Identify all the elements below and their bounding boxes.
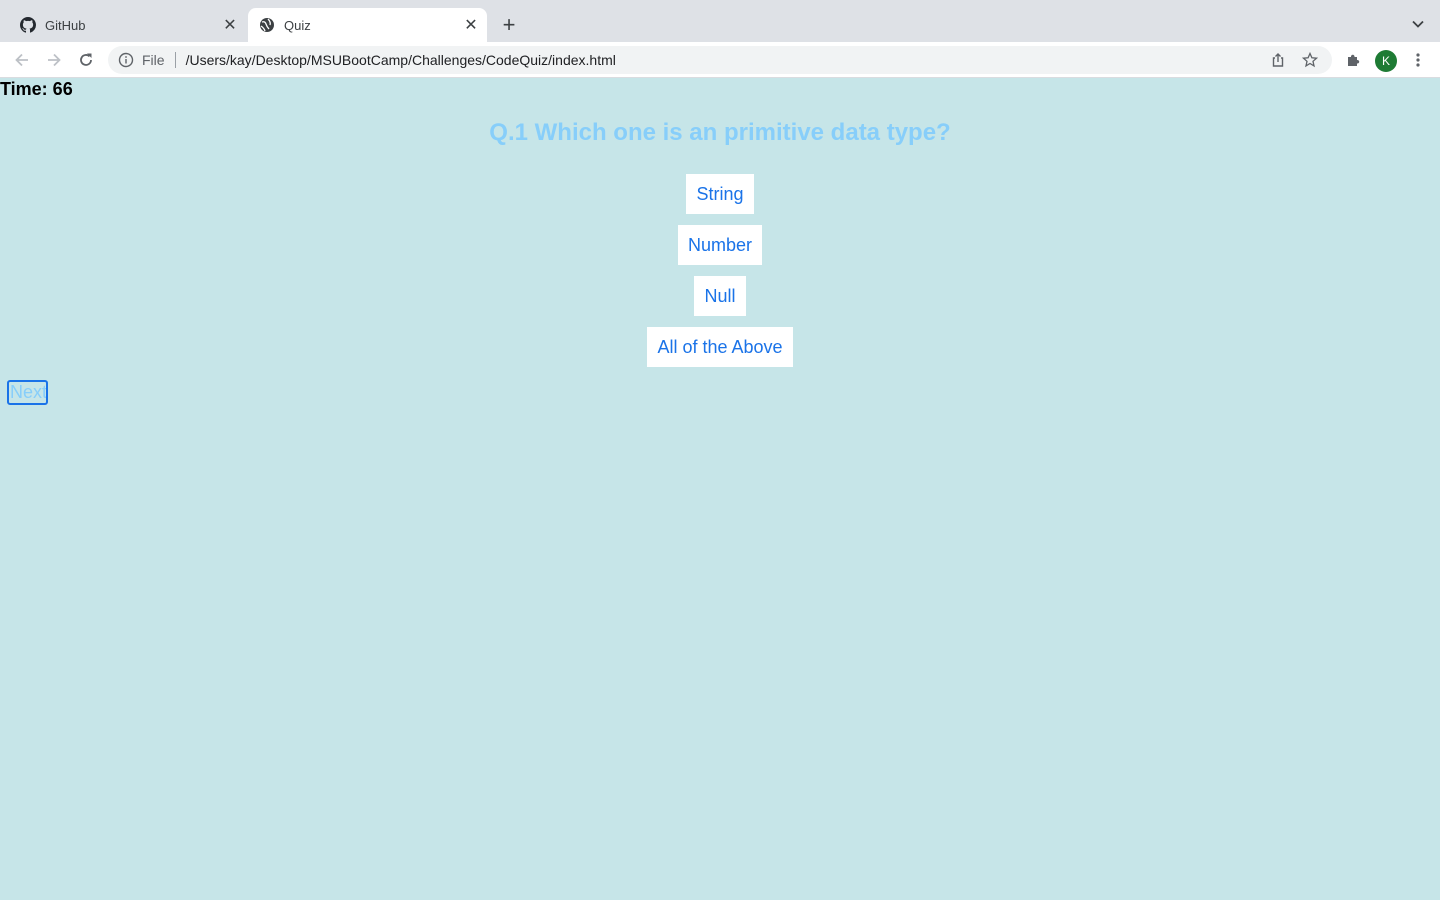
quiz-page: Time: 66 Q.1 Which one is an primitive d…: [0, 78, 1440, 900]
url-scheme: File: [142, 52, 165, 68]
more-menu-icon[interactable]: [1408, 50, 1428, 70]
close-tab-icon[interactable]: ✕: [220, 15, 240, 35]
tab-github[interactable]: GitHub ✕: [8, 8, 246, 42]
url-text[interactable]: /Users/kay/Desktop/MSUBootCamp/Challenge…: [186, 52, 1268, 68]
question-title: Q.1 Which one is an primitive data type?: [489, 119, 951, 146]
bookmark-star-icon[interactable]: [1300, 50, 1320, 70]
address-bar[interactable]: File /Users/kay/Desktop/MSUBootCamp/Chal…: [108, 46, 1332, 74]
globe-icon: [259, 17, 275, 33]
tab-quiz[interactable]: Quiz ✕: [248, 8, 487, 42]
answer-button-number[interactable]: Number: [678, 225, 762, 265]
tab-title: Quiz: [284, 17, 311, 33]
share-icon[interactable]: [1268, 50, 1288, 70]
reload-icon[interactable]: [74, 48, 98, 72]
chevron-down-icon[interactable]: [1408, 14, 1428, 34]
close-tab-icon[interactable]: ✕: [461, 15, 481, 35]
answer-button-all-of-the-above[interactable]: All of the Above: [647, 327, 793, 367]
info-icon[interactable]: [118, 52, 134, 68]
back-arrow-icon[interactable]: [10, 48, 34, 72]
forward-arrow-icon[interactable]: [42, 48, 66, 72]
browser-toolbar: File /Users/kay/Desktop/MSUBootCamp/Chal…: [0, 42, 1440, 78]
timer: Time: 66: [0, 79, 73, 99]
answer-button-string[interactable]: String: [686, 174, 754, 214]
tab-strip: GitHub ✕ Quiz ✕ +: [0, 0, 1440, 42]
extensions-puzzle-icon[interactable]: [1344, 50, 1364, 70]
browser-window: GitHub ✕ Quiz ✕ + File /Users/kay/Deskto…: [0, 0, 1440, 900]
profile-avatar[interactable]: K: [1375, 50, 1397, 72]
answer-button-null[interactable]: Null: [694, 276, 746, 316]
new-tab-icon[interactable]: +: [497, 12, 521, 37]
tab-title: GitHub: [45, 17, 86, 33]
divider: [174, 52, 176, 68]
github-icon: [20, 17, 36, 33]
next-button[interactable]: Next: [7, 380, 48, 405]
